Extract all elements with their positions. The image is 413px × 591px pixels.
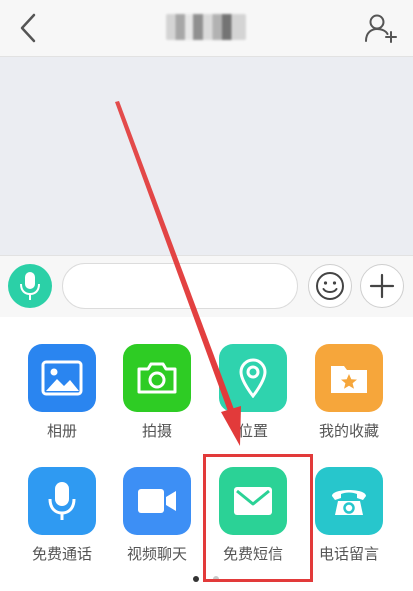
action-label: 免费通话	[31, 545, 92, 563]
microphone-icon	[20, 272, 40, 300]
action-voicemail[interactable]: 电话留言	[304, 467, 394, 577]
emoji-button[interactable]	[308, 264, 352, 308]
action-location[interactable]: 位置	[208, 344, 298, 454]
page-title	[166, 14, 246, 40]
action-video-chat[interactable]: 视频聊天	[112, 467, 202, 577]
action-label: 视频聊天	[126, 545, 187, 563]
location-pin-icon	[219, 344, 287, 412]
photo-icon	[28, 344, 96, 412]
message-input[interactable]	[62, 263, 298, 309]
page-dot-active	[193, 576, 199, 582]
action-label: 电话留言	[318, 545, 379, 563]
chat-area[interactable]	[0, 57, 413, 255]
add-user-icon[interactable]	[364, 12, 398, 44]
voice-input-button[interactable]	[8, 264, 52, 308]
camera-icon	[123, 344, 191, 412]
star-folder-icon	[315, 344, 383, 412]
microphone-icon	[28, 467, 96, 535]
telephone-icon	[315, 467, 383, 535]
action-camera[interactable]: 拍摄	[112, 344, 202, 454]
input-bar	[0, 255, 413, 318]
action-label: 相册	[46, 422, 77, 440]
more-button[interactable]	[360, 264, 404, 308]
action-favorites[interactable]: 我的收藏	[304, 344, 394, 454]
smiley-icon	[316, 272, 344, 300]
action-label: 拍摄	[141, 422, 172, 440]
action-label: 我的收藏	[318, 422, 379, 440]
chevron-left-icon[interactable]	[14, 12, 44, 44]
video-camera-icon	[123, 467, 191, 535]
plus-icon	[369, 273, 395, 299]
nav-header	[0, 0, 413, 57]
action-label: 位置	[237, 422, 268, 440]
action-album[interactable]: 相册	[17, 344, 107, 454]
highlight-box	[203, 454, 313, 582]
action-free-call[interactable]: 免费通话	[17, 467, 107, 577]
